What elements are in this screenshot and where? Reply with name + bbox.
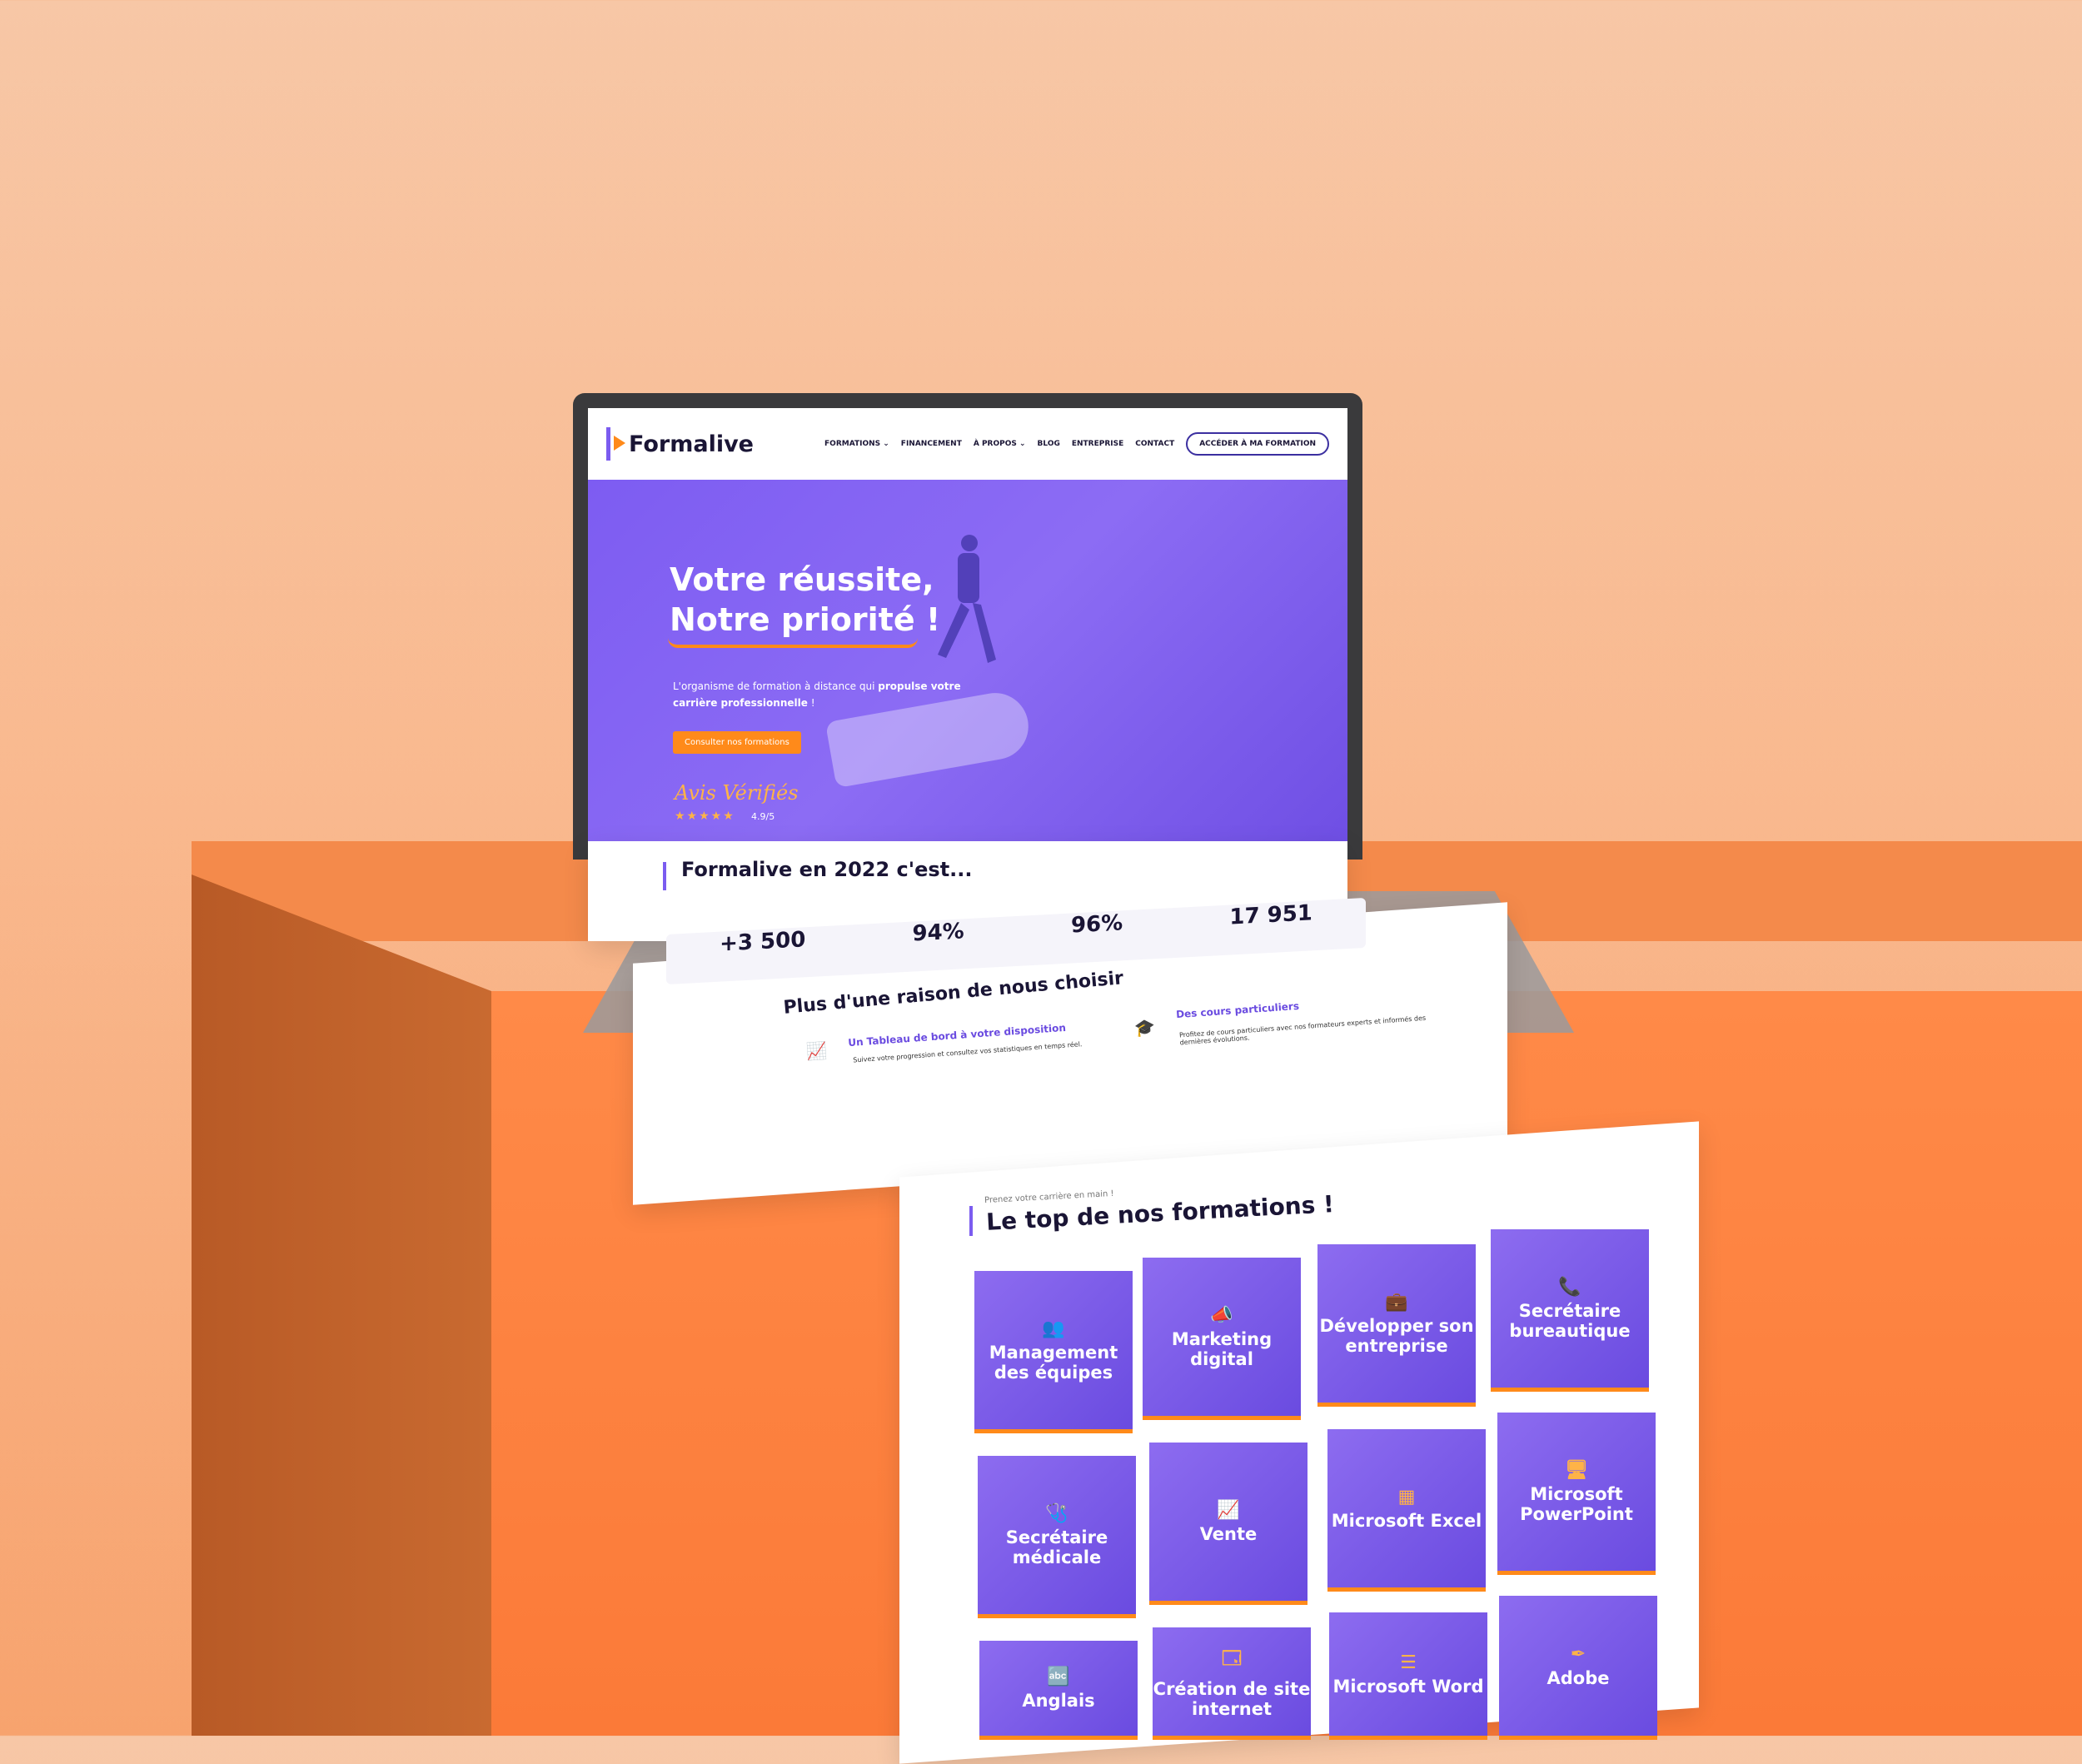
formation-tile[interactable]: ✒ Adobe [1499,1596,1657,1740]
avis-verifies-logo: Avis Vérifiés [675,781,799,805]
hero-desc-prefix: L'organisme de formation à distance qui [673,680,875,692]
pen-tool-icon: ✒ [1570,1643,1586,1665]
tile-label: Adobe [1547,1667,1610,1688]
tile-label: Anglais [1022,1690,1095,1711]
stat-item: 17 951 [1229,900,1312,954]
hero-title: Votre réussite, Notre priorité ! [670,560,940,640]
laptop-screen: Formalive FORMATIONS ⌄ FINANCEMENT À PRO… [588,408,1347,841]
megaphone-icon: 📣 [1210,1304,1233,1326]
hero-desc-bold2: carrière professionnelle [673,697,808,709]
translate-icon: 🔤 [1047,1666,1070,1687]
nav-item-contact[interactable]: CONTACT [1135,440,1174,448]
tile-label: Secrétaire médicale [1005,1527,1108,1567]
formation-tile[interactable]: 🔤 Anglais [979,1641,1138,1740]
teacher-icon: 🎓 [1133,1017,1156,1039]
formation-tile[interactable]: 💼 Développer son entreprise [1317,1244,1476,1407]
stat-item: 96% [1071,910,1123,963]
nav-item-blog[interactable]: BLOG [1038,440,1060,448]
formation-tile[interactable]: ☰ Microsoft Word [1329,1612,1487,1740]
logo-text: Formalive [629,431,754,457]
hero-desc-bold1: propulse votre [878,680,961,692]
section-accent-bar [969,1206,973,1236]
formation-tile[interactable]: ▦ Microsoft Excel [1327,1429,1486,1592]
section-accent-bar [663,862,666,890]
logo[interactable]: Formalive [606,427,754,461]
access-formation-button[interactable]: ACCÉDER À MA FORMATION [1186,432,1329,456]
title-underline [668,638,918,648]
hero-description: L'organisme de formation à distance qui … [673,678,989,711]
briefcase-icon: 💼 [1385,1291,1408,1313]
stat-value: +3 500 [720,927,806,957]
presentation-icon: 🖥 [1565,1459,1588,1481]
nav-item-entreprise[interactable]: ENTREPRISE [1072,440,1123,448]
logo-icon [606,427,625,461]
trend-icon: 📈 [1217,1499,1240,1521]
stat-value: 96% [1070,910,1123,939]
stat-item: +3 500 [720,927,805,981]
stats-section-title: Formalive en 2022 c'est... [681,858,973,881]
consult-formations-button[interactable]: Consulter nos formations [673,731,801,754]
stat-value: 94% [912,919,964,947]
document-icon: ☰ [1400,1652,1417,1673]
rating-value: 4.9/5 [751,811,775,822]
formation-tile[interactable]: 👥 Management des équipes [974,1271,1133,1433]
tile-label: Management des équipes [989,1342,1118,1383]
tile-label: Création de site internet [1153,1679,1311,1719]
tile-label: Développer son entreprise [1319,1315,1474,1356]
tile-label: Microsoft Word [1332,1676,1484,1697]
hero-title-line2: Notre priorité ! [670,601,941,638]
medical-icon: 🩺 [1045,1502,1068,1524]
tile-label: Secrétaire bureautique [1509,1300,1631,1341]
site-header: Formalive FORMATIONS ⌄ FINANCEMENT À PRO… [588,408,1347,480]
orange-block-side [192,875,491,1736]
formation-tile[interactable]: 🖥 Microsoft PowerPoint [1497,1413,1656,1575]
spreadsheet-icon: ▦ [1397,1486,1416,1507]
formation-tile[interactable]: 📈 Vente [1149,1443,1307,1605]
nav-item-formations[interactable]: FORMATIONS ⌄ [824,440,889,448]
chart-icon: 📈 [805,1040,828,1062]
nav-item-financement[interactable]: FINANCEMENT [901,440,962,448]
stat-value: 17 951 [1229,900,1312,930]
main-nav: FORMATIONS ⌄ FINANCEMENT À PROPOS ⌄ BLOG… [824,432,1329,456]
nav-item-a-propos[interactable]: À PROPOS ⌄ [974,440,1026,448]
formation-tile[interactable]: 🩺 Secrétaire médicale [978,1456,1136,1618]
rating-stars-icon: ★★★★★ [675,810,735,823]
hero-desc-suffix: ! [810,697,815,709]
tile-label: Marketing digital [1171,1328,1273,1369]
hero-section: Votre réussite, Notre priorité ! L'organ… [588,480,1347,841]
formation-tile[interactable]: 📣 Marketing digital [1143,1258,1301,1420]
hero-title-line1: Votre réussite, [670,561,934,598]
team-icon: 👥 [1042,1318,1065,1339]
phone-icon: 📞 [1558,1276,1581,1298]
stat-item: 94% [913,919,964,971]
browser-icon: 🗔 [1222,1648,1242,1669]
formation-tile[interactable]: 🗔 Création de site internet [1153,1627,1311,1740]
formation-tile[interactable]: 📞 Secrétaire bureautique [1491,1229,1649,1392]
tile-label: Microsoft Excel [1331,1510,1482,1531]
tile-label: Microsoft PowerPoint [1520,1483,1633,1524]
tile-label: Vente [1199,1523,1258,1544]
